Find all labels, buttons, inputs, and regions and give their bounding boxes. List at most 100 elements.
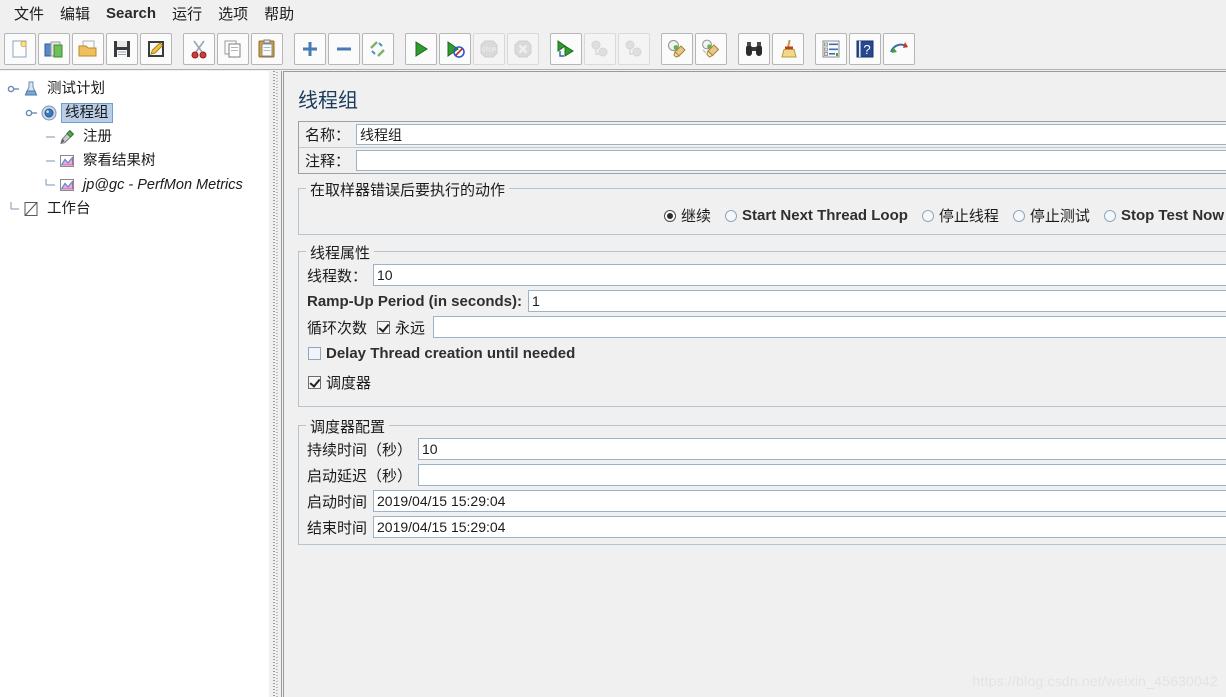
toggle-icon[interactable] (362, 32, 394, 65)
save-icon[interactable] (106, 32, 138, 65)
radio-stop-test-now[interactable]: Stop Test Now (1103, 207, 1224, 224)
expand-all-icon[interactable] (294, 32, 326, 65)
name-input[interactable]: 线程组 (356, 124, 1226, 145)
toolbar-separator (395, 32, 404, 66)
start-time-input[interactable]: 2019/04/15 15:29:04 (373, 490, 1226, 512)
paste-icon[interactable] (251, 32, 283, 65)
copy-icon[interactable] (217, 32, 249, 65)
sampler-error-action-radios: 继续 Start Next Thread Loop 停止线程 停止测试 Stop… (299, 203, 1226, 228)
reset-search-broom-icon[interactable] (772, 32, 804, 65)
tree-node-view-results-tree[interactable]: 察看结果树 (0, 149, 268, 173)
startup-delay-input[interactable] (418, 464, 1226, 486)
tree-node-http-sampler[interactable]: 注册 (0, 125, 268, 149)
remote-start-all-icon[interactable] (550, 32, 582, 65)
clear-icon[interactable] (661, 32, 693, 65)
thread-properties-title: 线程属性 (306, 242, 375, 263)
test-plan-icon (22, 80, 40, 98)
menu-item-help[interactable]: 帮助 (256, 1, 302, 26)
split-pane-divider[interactable] (268, 71, 282, 697)
tree-node-label[interactable]: 线程组 (61, 103, 113, 123)
toolbar-separator (540, 32, 549, 66)
delay-thread-creation-checkbox[interactable]: Delay Thread creation until needed (299, 340, 1226, 367)
shutdown-icon (507, 32, 539, 65)
tree-node-thread-group[interactable]: 线程组 (0, 101, 268, 125)
rampup-input[interactable]: 1 (528, 290, 1226, 312)
radio-continue-indicator[interactable] (664, 209, 677, 222)
test-plan-tree[interactable]: 测试计划 线程组 注册 察看结果树 jp@gc - PerfMon Metric… (0, 71, 268, 221)
tree-node-label[interactable]: 察看结果树 (79, 151, 160, 171)
tree-expand-handle-icon[interactable] (24, 105, 40, 121)
cut-icon[interactable] (183, 32, 215, 65)
clear-all-icon[interactable] (695, 32, 727, 65)
tree-node-test-plan[interactable]: 测试计划 (0, 77, 268, 101)
radio-stop-test-now-indicator[interactable] (1103, 209, 1116, 222)
start-icon[interactable] (405, 32, 437, 65)
thread-group-config-pane: 线程组 名称： 线程组 注释： 在取样器错误后要执行的动作 继续 Start N… (283, 71, 1226, 697)
comment-label: 注释： (305, 153, 351, 170)
forever-checkbox-indicator[interactable] (377, 320, 391, 334)
scheduler-configuration-group: 调度器配置 持续时间（秒） 10 启动延迟（秒） 启动时间 2019/04/15… (298, 416, 1226, 545)
start-no-pauses-icon[interactable] (439, 32, 471, 65)
radio-start-next-thread-loop-label: Start Next Thread Loop (742, 207, 908, 224)
help-book-icon[interactable]: ? (849, 32, 881, 65)
tree-expand-handle-icon[interactable] (6, 81, 22, 97)
toolbar-separator (728, 32, 737, 66)
collapse-all-icon[interactable] (328, 32, 360, 65)
tree-node-label[interactable]: jp@gc - PerfMon Metrics (79, 175, 247, 195)
menu-item-edit[interactable]: 编辑 (52, 1, 98, 26)
remote-stop-all-icon (584, 32, 616, 65)
menu-item-search[interactable]: Search (98, 3, 164, 24)
tree-node-perfmon-listener[interactable]: jp@gc - PerfMon Metrics (0, 173, 268, 197)
radio-continue[interactable]: 继续 (664, 205, 711, 226)
start-time-row: 启动时间 2019/04/15 15:29:04 (299, 488, 1226, 514)
undo-redo-icon[interactable] (883, 32, 915, 65)
tree-node-label[interactable]: 注册 (79, 127, 116, 147)
templates-icon[interactable] (38, 32, 70, 65)
loop-count-input[interactable] (433, 316, 1226, 338)
menu-item-options[interactable]: 选项 (210, 1, 256, 26)
radio-stop-test-indicator[interactable] (1012, 209, 1025, 222)
jmeter-window: 文件 编辑 Search 运行 选项 帮助 STOP ? 测试计划 线程组 注册… (0, 0, 1226, 697)
radio-stop-thread-label: 停止线程 (938, 208, 999, 225)
test-plan-tree-pane[interactable]: 测试计划 线程组 注册 察看结果树 jp@gc - PerfMon Metric… (0, 71, 268, 697)
save-as-icon[interactable] (140, 32, 172, 65)
end-time-row: 结束时间 2019/04/15 15:29:04 (299, 514, 1226, 540)
end-time-input[interactable]: 2019/04/15 15:29:04 (373, 516, 1226, 538)
remote-shutdown-all-icon (618, 32, 650, 65)
new-file-icon[interactable] (4, 32, 36, 65)
radio-start-next-thread-loop-indicator[interactable] (725, 209, 738, 222)
forever-label: 永远 (395, 319, 426, 337)
radio-start-next-thread-loop[interactable]: Start Next Thread Loop (725, 207, 908, 224)
duration-input[interactable]: 10 (418, 438, 1226, 460)
search-binoculars-icon[interactable] (738, 32, 770, 65)
scheduler-configuration-title: 调度器配置 (306, 416, 390, 437)
scheduler-checkbox-indicator[interactable] (308, 376, 321, 389)
function-helper-icon[interactable] (815, 32, 847, 65)
menu-bar: 文件 编辑 Search 运行 选项 帮助 (0, 0, 1226, 28)
tree-leaf-connector-icon (42, 153, 58, 169)
menu-item-run[interactable]: 运行 (164, 1, 210, 26)
start-time-label: 启动时间 (307, 493, 368, 511)
radio-stop-test-label: 停止测试 (1029, 208, 1090, 225)
tree-node-label[interactable]: 工作台 (43, 199, 95, 219)
scheduler-checkbox[interactable]: 调度器 (299, 367, 1226, 398)
comment-input[interactable] (356, 150, 1226, 171)
toolbar-separator (284, 32, 293, 66)
radio-stop-thread-indicator[interactable] (921, 209, 934, 222)
radio-stop-thread[interactable]: 停止线程 (921, 205, 999, 226)
thread-group-icon (40, 104, 58, 122)
delay-thread-creation-indicator[interactable] (308, 347, 321, 360)
radio-continue-label: 继续 (681, 208, 712, 225)
loop-count-row: 循环次数 永远 (299, 314, 1226, 340)
tree-node-label[interactable]: 测试计划 (43, 79, 109, 99)
forever-checkbox[interactable]: 永远 (377, 317, 425, 338)
tree-node-workbench[interactable]: 工作台 (0, 197, 268, 221)
menu-item-file[interactable]: 文件 (6, 1, 52, 26)
radio-stop-test[interactable]: 停止测试 (1012, 205, 1090, 226)
splitter-grip-secondary (276, 72, 278, 697)
sampler-error-action-group: 在取样器错误后要执行的动作 继续 Start Next Thread Loop … (298, 179, 1226, 235)
duration-label: 持续时间（秒） (307, 441, 413, 459)
toolbar: STOP ? (0, 28, 1226, 70)
threads-input[interactable]: 10 (373, 264, 1226, 286)
open-folder-icon[interactable] (72, 32, 104, 65)
